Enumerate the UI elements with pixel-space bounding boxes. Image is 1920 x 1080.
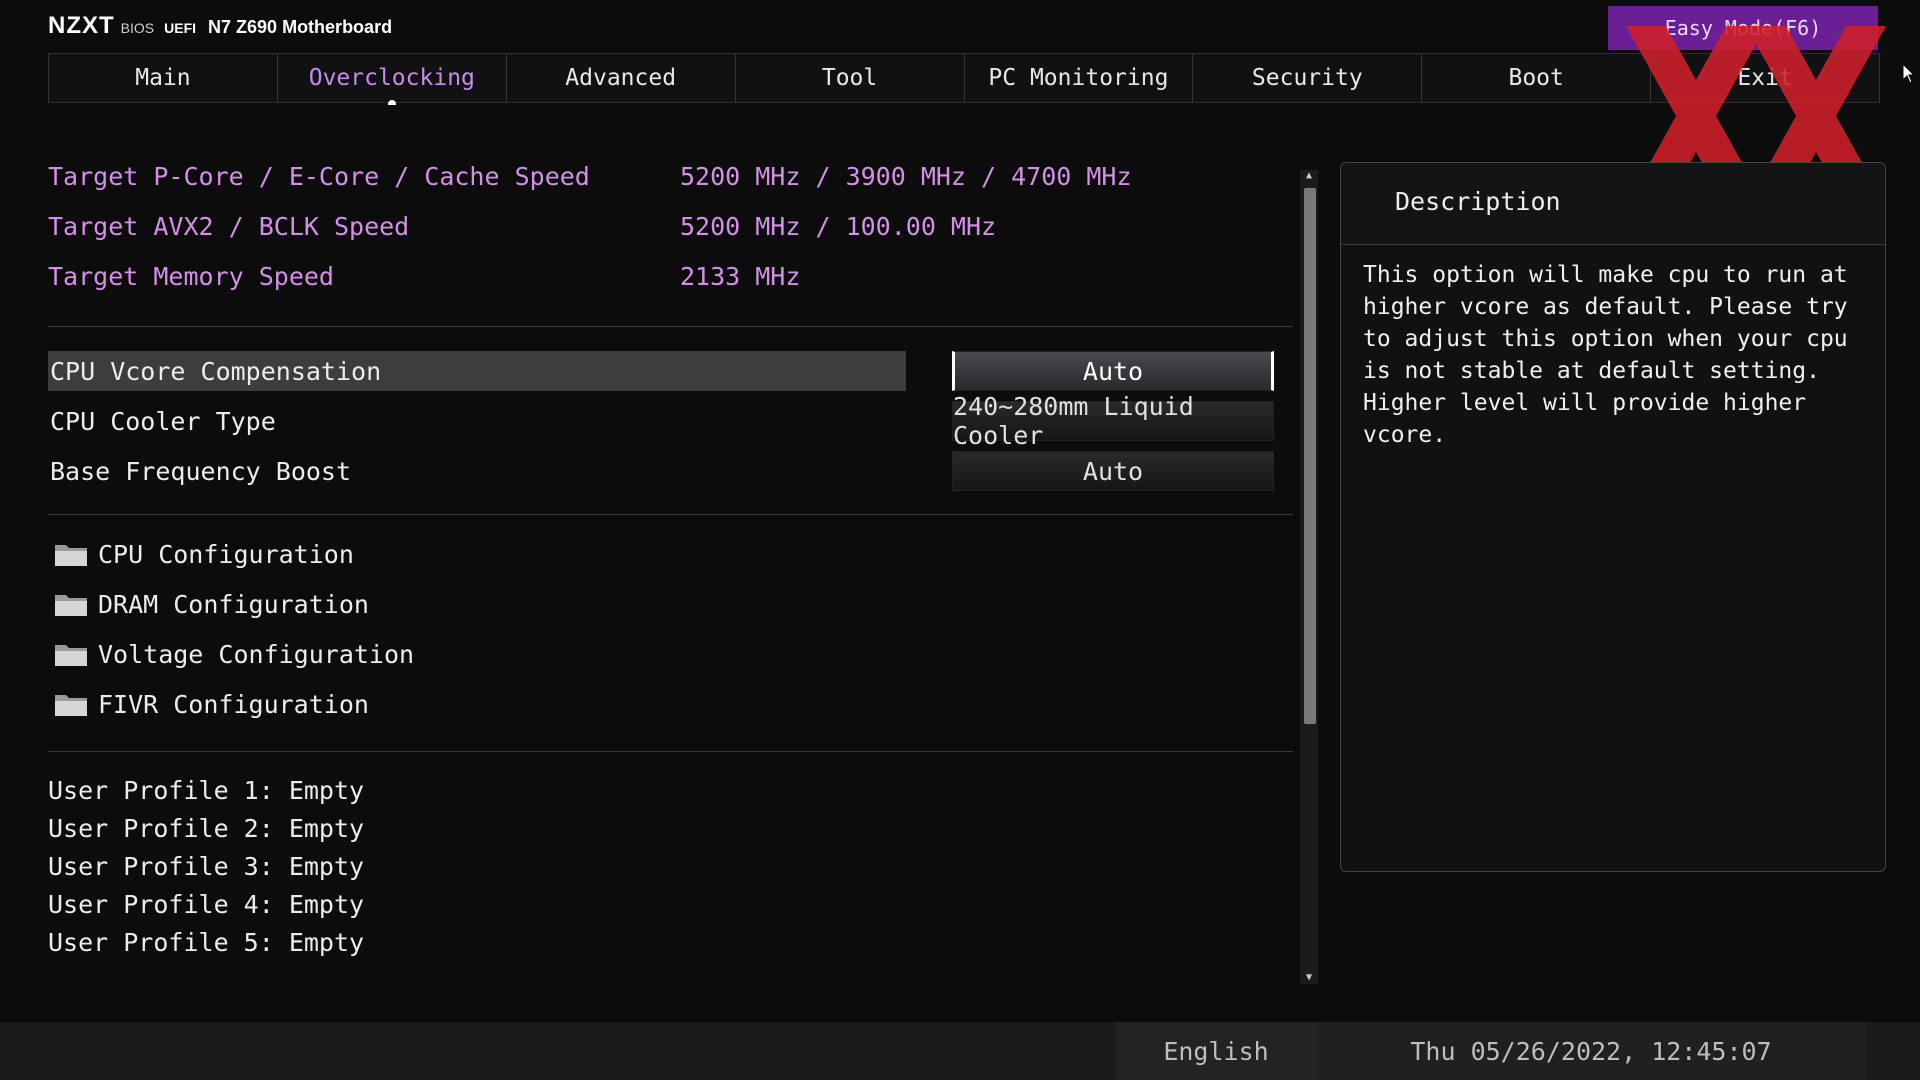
submenu-cpu-configuration[interactable]: CPU Configuration	[54, 534, 354, 574]
description-panel: Description This option will make cpu to…	[1340, 162, 1886, 872]
brand-header: NZXT BIOS UEFI N7 Z690 Motherboard	[48, 12, 392, 40]
submenu-label: FIVR Configuration	[98, 689, 369, 719]
target-core-speed-label: Target P-Core / E-Core / Cache Speed	[48, 162, 590, 191]
base-frequency-boost-row[interactable]: Base Frequency Boost	[48, 451, 906, 491]
user-profile-3[interactable]: User Profile 3: Empty	[48, 852, 364, 881]
status-bar: English Thu 05/26/2022, 12:45:07	[0, 1022, 1920, 1080]
bios-label: BIOS	[120, 20, 155, 36]
divider	[48, 514, 1293, 515]
scroll-up-arrow-icon[interactable]: ▲	[1303, 170, 1315, 182]
cpu-cooler-type-select[interactable]: 240~280mm Liquid Cooler	[952, 392, 1274, 450]
scrollbar[interactable]: ▲ ▼	[1300, 170, 1318, 984]
user-profile-5[interactable]: User Profile 5: Empty	[48, 928, 364, 957]
tab-boot[interactable]: Boot	[1421, 54, 1650, 102]
submenu-label: DRAM Configuration	[98, 589, 369, 619]
tab-security[interactable]: Security	[1192, 54, 1421, 102]
tab-pc-monitoring[interactable]: PC Monitoring	[963, 54, 1193, 102]
tab-overclocking[interactable]: Overclocking	[276, 54, 506, 102]
submenu-label: CPU Configuration	[98, 539, 354, 569]
system-datetime: Thu 05/26/2022, 12:45:07	[1316, 1022, 1866, 1080]
user-profile-1[interactable]: User Profile 1: Empty	[48, 776, 364, 805]
description-title: Description	[1395, 187, 1561, 216]
tab-main[interactable]: Main	[48, 54, 277, 102]
language-selector[interactable]: English	[1116, 1022, 1316, 1080]
cpu-vcore-compensation-select[interactable]: Auto	[952, 351, 1274, 391]
divider	[48, 326, 1293, 327]
description-text: This option will make cpu to run at high…	[1363, 262, 1848, 448]
folder-icon	[55, 545, 87, 566]
tab-tool[interactable]: Tool	[734, 54, 964, 102]
submenu-dram-configuration[interactable]: DRAM Configuration	[54, 584, 369, 624]
folder-icon	[55, 695, 87, 716]
cpu-cooler-type-row[interactable]: CPU Cooler Type	[48, 401, 906, 441]
tab-advanced[interactable]: Advanced	[505, 54, 735, 102]
target-avx2-bclk-label: Target AVX2 / BCLK Speed	[48, 212, 410, 241]
submenu-label: Voltage Configuration	[98, 639, 415, 669]
user-profile-4[interactable]: User Profile 4: Empty	[48, 890, 364, 919]
uefi-label: UEFI	[164, 20, 197, 36]
cpu-vcore-compensation-row[interactable]: CPU Vcore Compensation	[48, 351, 906, 391]
scroll-down-arrow-icon[interactable]: ▼	[1303, 972, 1315, 984]
target-avx2-bclk-value: 5200 MHz / 100.00 MHz	[680, 212, 997, 241]
user-profile-2[interactable]: User Profile 2: Empty	[48, 814, 364, 843]
motherboard-model: N7 Z690 Motherboard	[208, 17, 393, 37]
submenu-fivr-configuration[interactable]: FIVR Configuration	[54, 684, 369, 724]
description-header: Description	[1341, 163, 1885, 245]
target-core-speed-value: 5200 MHz / 3900 MHz / 4700 MHz	[680, 162, 1132, 191]
folder-icon	[55, 595, 87, 616]
divider	[48, 751, 1293, 752]
base-frequency-boost-select[interactable]: Auto	[952, 451, 1274, 491]
main-tab-bar: Main Overclocking Advanced Tool PC Monit…	[48, 53, 1880, 103]
target-memory-speed-label: Target Memory Speed	[48, 262, 334, 291]
target-memory-speed-value: 2133 MHz	[680, 262, 801, 291]
scroll-thumb[interactable]	[1304, 188, 1316, 724]
folder-icon	[55, 645, 87, 666]
mouse-cursor-icon	[1903, 64, 1915, 84]
easy-mode-button[interactable]: Easy Mode(F6)	[1608, 6, 1878, 50]
submenu-voltage-configuration[interactable]: Voltage Configuration	[54, 634, 414, 674]
nzxt-logo: NZXT	[48, 12, 115, 39]
tab-exit[interactable]: Exit	[1650, 54, 1880, 102]
